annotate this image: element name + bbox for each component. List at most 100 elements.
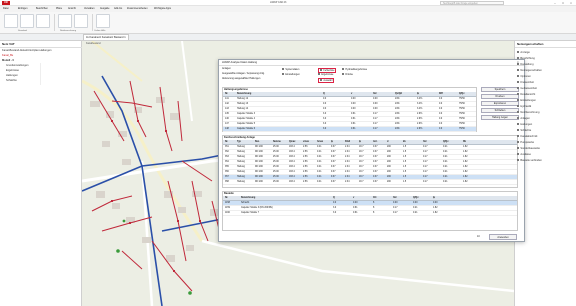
menu-item[interactable]: Ausgabe bbox=[100, 7, 109, 10]
table-row[interactable]: 1160 Capeller Straße 7 3.0 0.61 8 0.17 0.21 1.8… bbox=[223, 211, 517, 216]
right-panel-item[interactable]: Hydraulik bbox=[517, 105, 531, 108]
option-label: Ausgewählte Anlagen / Anpassung Anlg. bbox=[222, 72, 265, 75]
section-title: Kurzbeschreibung Anlage bbox=[224, 135, 255, 139]
systemdata-radio[interactable]: Systemdaten bbox=[282, 68, 299, 71]
menu-item[interactable]: Pläne bbox=[56, 7, 62, 10]
app-logo[interactable]: LW bbox=[2, 1, 10, 5]
right-panel-item[interactable]: Einstellungen bbox=[517, 99, 536, 102]
menu-item[interactable]: Zusammenarbeiten bbox=[127, 7, 148, 10]
table-cell: 200 bbox=[387, 181, 391, 183]
ribbon-button[interactable] bbox=[20, 14, 34, 28]
settings-radio[interactable]: Einstellungen bbox=[282, 73, 300, 76]
item-label: Pumpwerke bbox=[520, 140, 535, 144]
right-panel-item[interactable]: Anzeige bbox=[517, 51, 530, 54]
tree-item[interactable]: Haltungen bbox=[6, 74, 18, 78]
right-panel-item[interactable]: Pumpwerke bbox=[517, 141, 534, 144]
hydraulic-checkbox[interactable]: Hydraulikergebnisse bbox=[342, 68, 367, 71]
tree-item[interactable]: Grundeinstellungen bbox=[6, 64, 29, 68]
item-label: Optionen bbox=[520, 74, 531, 78]
ribbon-button[interactable] bbox=[74, 14, 88, 28]
ribbon-group-label: Netzberechnung bbox=[60, 30, 77, 32]
tree-item[interactable]: Schächte bbox=[6, 79, 17, 83]
results-table-2: Kurzbeschreibung Anlage Nr. Typ Bez. Nennw.… bbox=[222, 135, 518, 188]
right-panel-item[interactable]: Kanalabschnitt bbox=[517, 135, 537, 138]
right-panel-item[interactable]: Detailansicht bbox=[517, 93, 535, 96]
item-label: Anlagen bbox=[520, 116, 530, 120]
right-panel-item[interactable]: Auslässe bbox=[517, 153, 531, 156]
right-panel-list: Anzeige Beschriftung Darstellung Netzeigens… bbox=[514, 49, 576, 299]
maximize-icon[interactable]: □ bbox=[560, 1, 566, 5]
table-cell: 3.0 bbox=[323, 128, 327, 130]
tab-active[interactable]: 4x Kanalnetz Kanalnetz Bestand 1 bbox=[83, 34, 129, 40]
table-row[interactable]: 358 Haltung DN 200 25.00 183.4 2.56 0.41 9.37 2.… bbox=[223, 180, 517, 185]
table-cell: 1.82 bbox=[463, 181, 468, 183]
item-label: Beschriftung bbox=[520, 56, 535, 60]
ribbon-button[interactable] bbox=[4, 14, 18, 28]
apply-button[interactable]: Anwenden bbox=[489, 234, 517, 240]
table-cell: 24% bbox=[395, 128, 400, 130]
ribbon-button[interactable] bbox=[96, 14, 110, 28]
table-cell: 183.4 bbox=[289, 181, 295, 183]
table-cell: DN 200 bbox=[255, 181, 263, 183]
table-cell: 18.7 bbox=[359, 181, 364, 183]
right-panel-item[interactable]: Optionen bbox=[517, 75, 531, 78]
selection-toggle[interactable]: Auswahl bbox=[318, 78, 335, 84]
section-title: Bauteile bbox=[224, 191, 234, 195]
results-checkbox[interactable]: Ergebnisse bbox=[318, 73, 333, 76]
ribbon-separator bbox=[92, 14, 93, 31]
tree-item[interactable]: Modell - 0 bbox=[2, 59, 14, 63]
ribbon: Standard Netzberechnung Online-Hilfe bbox=[0, 12, 576, 34]
table-cell: 358 bbox=[225, 181, 229, 183]
menu-item[interactable]: Datei bbox=[3, 7, 9, 10]
right-panel-item[interactable]: Haltungen bbox=[517, 123, 532, 126]
menu-item[interactable]: Beschriften bbox=[36, 7, 48, 10]
analysis-dialog: LIWAP Analyse Daten Haltung × Anlagen Au… bbox=[218, 59, 525, 242]
item-label: Anzeige bbox=[520, 50, 530, 54]
table-cell: 75/50 bbox=[459, 128, 465, 130]
table-row[interactable]: 148 Capeller Straße 6 3.0 0.61 0.17 24% 2.9% 0.… bbox=[223, 127, 476, 132]
radio-label: Einstellungen bbox=[285, 72, 300, 76]
table-cell: Capeller Straße 7 bbox=[241, 212, 260, 214]
item-label: Gebietseinheit bbox=[520, 86, 537, 90]
right-panel-item[interactable]: Schächte bbox=[517, 129, 531, 132]
tab-label: 4x Kanalnetz Kanalnetz Bestand 1 bbox=[86, 36, 126, 39]
minimize-icon[interactable]: – bbox=[552, 1, 558, 5]
components-table: Bauteile Nr. Bezeichnung Qv Ort h/d Q/Qv Ip 11… bbox=[222, 191, 518, 231]
table-cell: 0.17 bbox=[393, 212, 398, 214]
tree-item[interactable]: Ergebnisse bbox=[6, 69, 19, 73]
left-panel: Netz VAT Kanal-Bestand-Aktuell-Netzplan-… bbox=[0, 41, 82, 306]
right-panel-item[interactable]: Sonderbauwerke bbox=[517, 147, 540, 150]
menu-item[interactable]: Einfügen bbox=[18, 7, 27, 10]
right-panel-item[interactable]: Netzeigenschaften bbox=[517, 69, 542, 72]
close-icon[interactable]: × bbox=[568, 1, 574, 5]
table-cell: 8 bbox=[373, 212, 375, 214]
option-label: Anlagen bbox=[222, 67, 231, 70]
menu-item[interactable]: Wichtigste Apps bbox=[154, 7, 171, 10]
options-area: Anlagen Ausgewählte Anlagen / Anpassung … bbox=[222, 67, 477, 85]
divider bbox=[0, 47, 82, 48]
right-panel-item[interactable]: Darstellung bbox=[517, 63, 534, 66]
dialog-titlebar[interactable]: LIWAP Analyse Daten Haltung × bbox=[219, 60, 524, 66]
right-panel-item[interactable]: Gebietseinheit bbox=[517, 87, 537, 90]
right-panel-item[interactable]: Anlagen bbox=[517, 117, 530, 120]
right-panel-title: Netzeigenschaften bbox=[517, 42, 544, 46]
ribbon-button[interactable] bbox=[58, 14, 72, 28]
menu-item[interactable]: Add-Ins bbox=[114, 7, 122, 10]
right-panel-item[interactable]: Beschriftung bbox=[517, 57, 535, 60]
search-box[interactable]: Suchbegriff oder Frage eingeben bbox=[440, 1, 504, 5]
pressure-checkbox[interactable]: Drücke bbox=[342, 73, 353, 76]
tree-item[interactable]: Kanal-Bestand-Aktuell-Netzplan-Haltungen bbox=[2, 49, 51, 53]
record-count: 10 bbox=[477, 235, 480, 238]
menu-item[interactable]: Verwalten bbox=[84, 7, 95, 10]
table-cell: 0.41 bbox=[317, 181, 322, 183]
menu-item[interactable]: Ansicht bbox=[68, 7, 76, 10]
right-panel-item[interactable]: Bauteile verbinden bbox=[517, 159, 542, 162]
right-panel-item[interactable]: Kreiseinheit bbox=[517, 81, 534, 84]
ribbon-button[interactable] bbox=[36, 14, 50, 28]
checkbox-label: Drücke bbox=[345, 72, 353, 76]
right-panel-item[interactable]: Netzberechnung bbox=[517, 111, 539, 114]
map-label: Kanalbestand bbox=[86, 42, 101, 45]
section-title: Haltungsergebnisse bbox=[224, 87, 248, 91]
item-label: Netzeigenschaften bbox=[520, 68, 542, 72]
tree-item[interactable]: Kanal_Bu bbox=[2, 54, 13, 58]
